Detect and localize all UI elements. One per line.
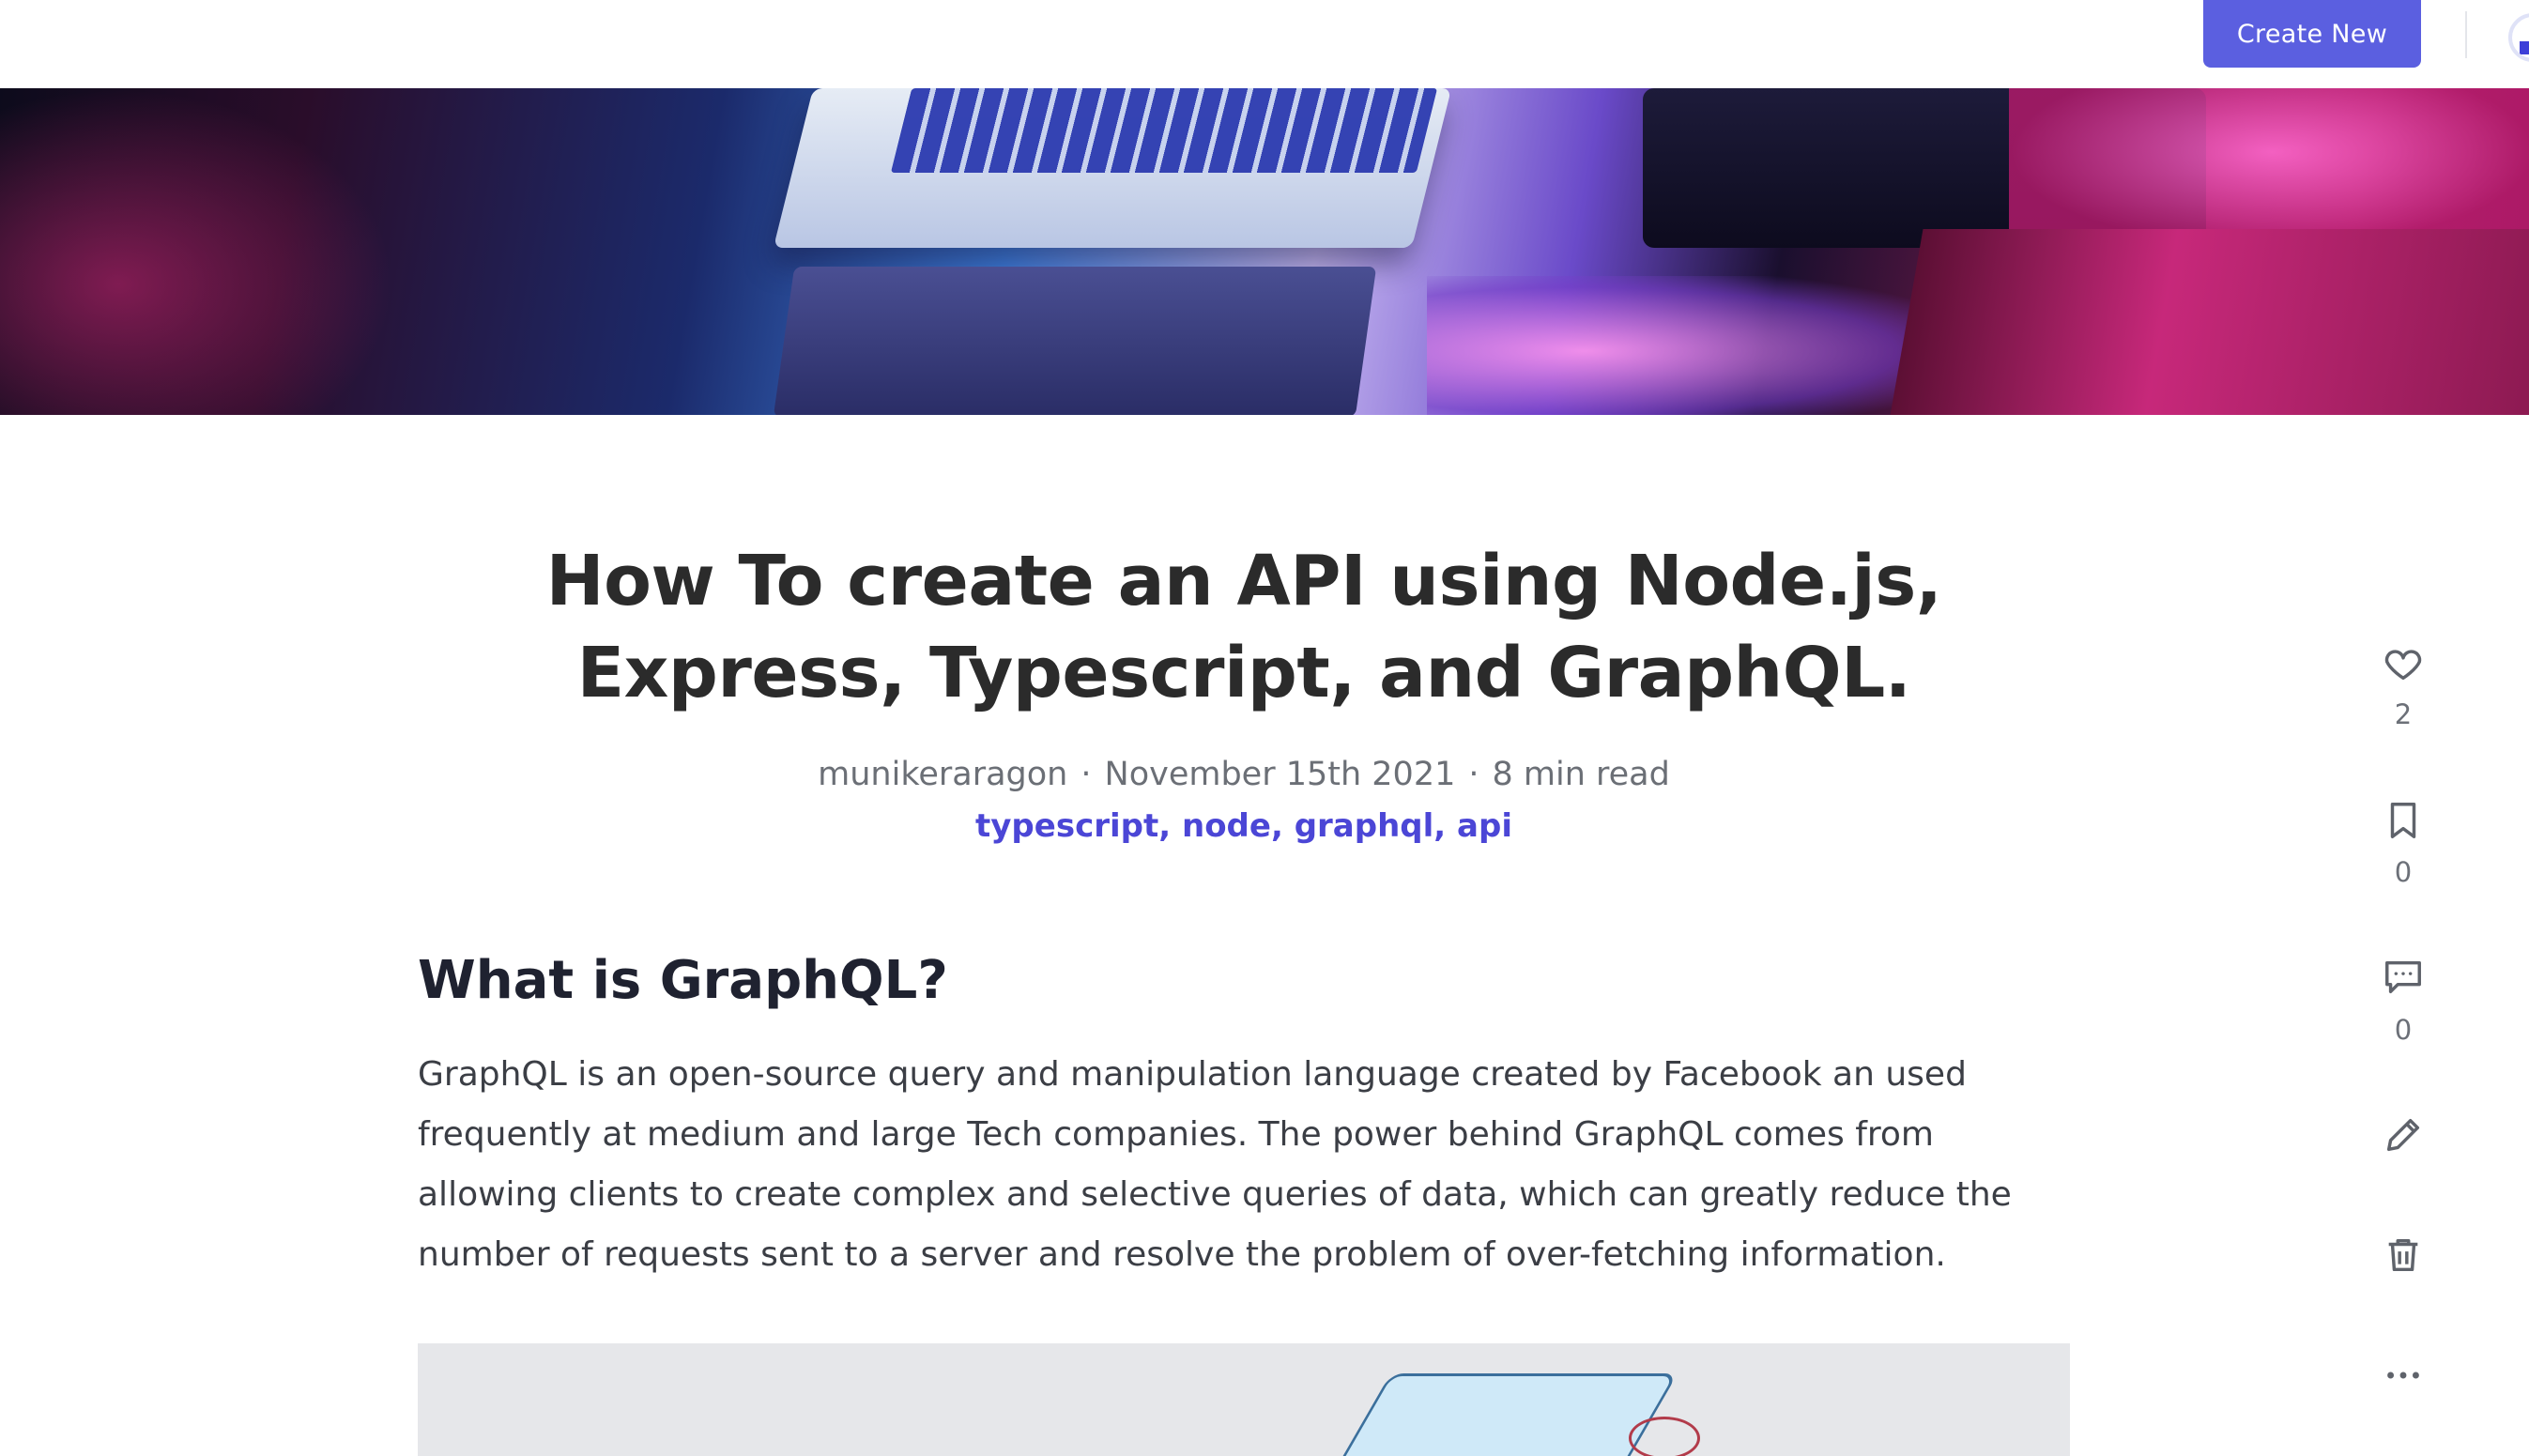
read-time: 8 min read [1492,756,1670,793]
like-count: 2 [2394,698,2413,730]
comment-count: 0 [2394,1014,2413,1046]
edit-button[interactable] [2347,1113,2460,1157]
create-new-button[interactable]: Create New [2203,0,2421,68]
meta-separator: · [1468,756,1479,793]
article-figure [418,1343,2070,1456]
bookmark-count: 0 [2394,856,2413,888]
bookmark-icon [2390,803,2416,838]
heart-icon [2384,650,2422,681]
header-divider [2465,11,2467,58]
more-dots-icon [2387,1372,2419,1379]
comment-icon [2385,960,2421,994]
article-tags: typescript, node, graphql, api [418,803,2070,850]
more-options-button[interactable] [2347,1354,2460,1397]
article-meta: munikeraragon · November 15th 2021 · 8 min r… [418,751,2070,798]
tags-link[interactable]: typescript, node, graphql, api [975,807,1512,845]
pencil-icon [2386,1118,2420,1152]
article-paragraph: GraphQL is an open-source query and mani… [418,1055,2012,1274]
avatar[interactable] [2508,13,2529,62]
trash-icon [2388,1238,2418,1272]
author-name[interactable]: munikeraragon [818,756,1067,793]
like-button[interactable] [2347,642,2460,685]
bookmark-button[interactable] [2347,799,2460,842]
publish-date: November 15th 2021 [1104,756,1456,793]
article-title: How To create an API using Node.js, Expr… [545,541,1942,713]
meta-separator: · [1081,756,1092,793]
delete-button[interactable] [2347,1234,2460,1277]
cover-image [0,88,2529,415]
section-heading: What is GraphQL? [418,950,948,1011]
top-header: Create New [0,0,2529,90]
comment-button[interactable] [2347,956,2460,999]
